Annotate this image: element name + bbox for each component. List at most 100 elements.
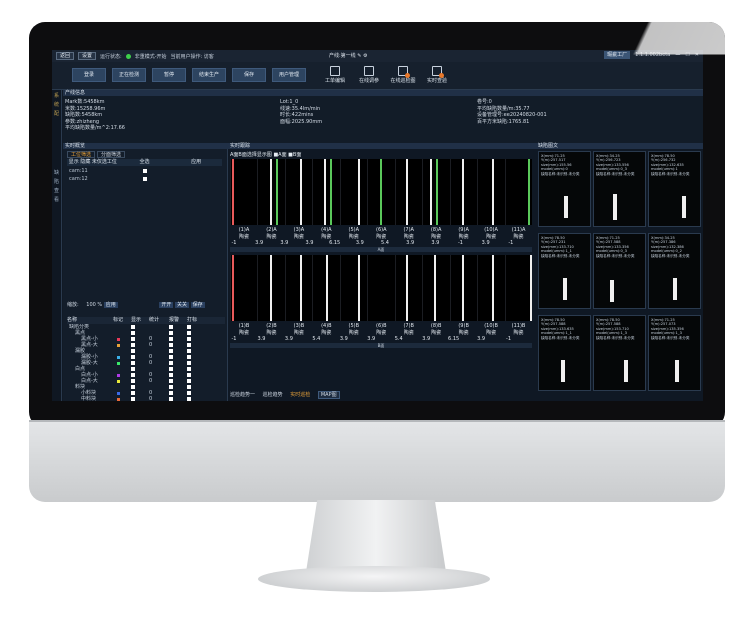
defect-card[interactable]: X(mm):71.25 Y(m):257.588 size(mm):133.356 m… <box>593 233 646 309</box>
lane-image[interactable] <box>230 159 258 225</box>
row-checkbox[interactable] <box>187 391 191 395</box>
defect-card[interactable]: X(mm):71.25 Y(m):257.517 size(mm):155.56 mo… <box>538 151 591 227</box>
save-button[interactable]: 保存 <box>232 68 266 82</box>
gear-icon[interactable]: ⚙ <box>363 53 367 59</box>
defect-card[interactable]: X(mm):34.25 Y(m):257.386 size(mm):132.386 m… <box>648 233 701 309</box>
row-checkbox[interactable] <box>169 379 173 383</box>
save-filter-button[interactable]: 保存 <box>190 302 205 308</box>
row-checkbox[interactable] <box>131 385 135 389</box>
row-checkbox[interactable] <box>169 361 173 365</box>
defect-card[interactable]: X(mm):71.25 Y(m):257.073 size(mm):135.356 m… <box>648 315 701 391</box>
table-row[interactable]: 中料块 0 <box>67 396 225 401</box>
lane-image[interactable] <box>339 159 368 225</box>
defect-card[interactable]: X(mm):78.50 Y(m):256.732 size(mm):132.635 m… <box>648 151 701 227</box>
row-checkbox[interactable] <box>131 343 135 347</box>
scale-apply-button[interactable]: 应用 <box>103 302 118 308</box>
row-checkbox[interactable] <box>187 373 191 377</box>
user-management-button[interactable]: 用户管理 <box>272 68 306 82</box>
row-checkbox[interactable] <box>169 355 173 359</box>
row-checkbox[interactable] <box>169 367 173 371</box>
side-tab-system[interactable]: 系 <box>52 92 61 99</box>
row-checkbox[interactable] <box>169 325 173 329</box>
edge-line <box>232 255 234 321</box>
row-checkbox[interactable] <box>187 385 191 389</box>
lane-material: 陶瓷 <box>266 234 277 240</box>
tab-trend[interactable]: 巡检趋势 <box>263 392 283 398</box>
lane-image[interactable] <box>284 255 313 321</box>
row-checkbox[interactable] <box>131 337 135 341</box>
row-checkbox[interactable] <box>187 331 191 335</box>
row-mark-swatch <box>117 391 120 395</box>
scale-input[interactable]: 100 <box>86 302 96 308</box>
lane-image[interactable] <box>230 255 258 321</box>
row-checkbox[interactable] <box>187 379 191 383</box>
close-all-button[interactable]: 关关 <box>175 302 190 308</box>
lane-image[interactable] <box>477 255 505 321</box>
tab-trend-1[interactable]: 巡检趋势一 <box>230 392 255 398</box>
row-checkbox[interactable] <box>131 325 135 329</box>
row-checkbox[interactable] <box>187 337 191 341</box>
show-hide-toggle[interactable]: 显示 隐藏 未仅选工位 <box>67 159 119 166</box>
row-checkbox[interactable] <box>131 397 135 401</box>
row-checkbox[interactable] <box>187 367 191 371</box>
tab-face-filter[interactable]: 分面筛选 <box>97 151 126 158</box>
login-button[interactable]: 登录 <box>72 68 106 82</box>
row-checkbox[interactable] <box>187 325 191 329</box>
realtime-check-button[interactable]: 实时查验 <box>416 66 458 88</box>
apply-filter-button[interactable]: 应用 <box>170 159 222 166</box>
end-production-button[interactable]: 结束生产 <box>192 68 226 82</box>
row-checkbox[interactable] <box>131 361 135 365</box>
row-checkbox[interactable] <box>131 379 135 383</box>
row-checkbox[interactable] <box>169 397 173 401</box>
row-checkbox[interactable] <box>187 397 191 401</box>
lane-image[interactable] <box>367 255 395 321</box>
row-checkbox[interactable] <box>169 349 173 353</box>
row-checkbox[interactable] <box>169 331 173 335</box>
defect-card[interactable]: X(mm):78.50 Y(m):257.231 size(mm):133.710 m… <box>538 233 591 309</box>
row-checkbox[interactable] <box>131 391 135 395</box>
row-checkbox[interactable] <box>131 367 135 371</box>
camera-checkbox[interactable] <box>143 177 147 181</box>
defect-card[interactable]: X(mm):78.50 Y(m):257.588 size(mm):153.710 m… <box>593 315 646 391</box>
detecting-button[interactable]: 正在检测 <box>112 68 146 82</box>
row-checkbox[interactable] <box>169 385 173 389</box>
row-checkbox[interactable] <box>131 355 135 359</box>
camera-checkbox[interactable] <box>143 169 147 173</box>
row-checkbox[interactable] <box>187 343 191 347</box>
lane-image[interactable] <box>312 159 340 225</box>
settings-button[interactable]: 设置 <box>78 52 97 60</box>
lane-image[interactable] <box>284 159 313 225</box>
tab-station-filter[interactable]: 工位筛选 <box>67 151 96 158</box>
lane-image[interactable] <box>339 255 368 321</box>
defect-card[interactable]: X(mm):34.25 Y(m):256.723 size(mm):133.556 m… <box>593 151 646 227</box>
tab-map[interactable]: MAP图 <box>317 391 340 399</box>
return-button[interactable]: 返回 <box>56 52 75 60</box>
lane-image[interactable] <box>394 159 423 225</box>
row-checkbox[interactable] <box>187 361 191 365</box>
row-checkbox[interactable] <box>131 373 135 377</box>
row-checkbox[interactable] <box>131 331 135 335</box>
lane-image[interactable] <box>394 255 423 321</box>
row-checkbox[interactable] <box>131 349 135 353</box>
maximize-icon[interactable]: ☐ <box>685 52 689 58</box>
close-icon[interactable]: ✕ <box>695 52 699 58</box>
row-checkbox[interactable] <box>187 355 191 359</box>
defect-card[interactable]: X(mm):78.50 Y(m):257.588 size(mm):133.635 m… <box>538 315 591 391</box>
lane-image[interactable] <box>504 255 532 321</box>
wrench-icon[interactable]: ✎ <box>357 53 361 59</box>
row-checkbox[interactable] <box>187 349 191 353</box>
line-selector[interactable]: 产线:第一线 ✎ ⚙ <box>329 52 368 59</box>
panel-title: 缺陷图文 <box>536 143 703 149</box>
row-checkbox[interactable] <box>169 343 173 347</box>
row-checkbox[interactable] <box>169 373 173 377</box>
side-tab-defect-view[interactable]: 缺 <box>52 169 61 176</box>
tab-realtime-inspect[interactable]: 实时巡检 <box>290 392 310 398</box>
pause-button[interactable]: 暂停 <box>152 68 186 82</box>
open-all-button[interactable]: 开开 <box>159 302 174 308</box>
app-screen: 返回 设置 运行状态: 非重模式-开始 当前用户操作: 访客 产线:第一线 ✎ … <box>52 50 703 401</box>
lane-image[interactable] <box>477 159 505 225</box>
row-checkbox[interactable] <box>169 337 173 341</box>
select-all-button[interactable]: 全选 <box>119 159 171 166</box>
row-checkbox[interactable] <box>169 391 173 395</box>
minimize-icon[interactable]: — <box>675 52 680 58</box>
